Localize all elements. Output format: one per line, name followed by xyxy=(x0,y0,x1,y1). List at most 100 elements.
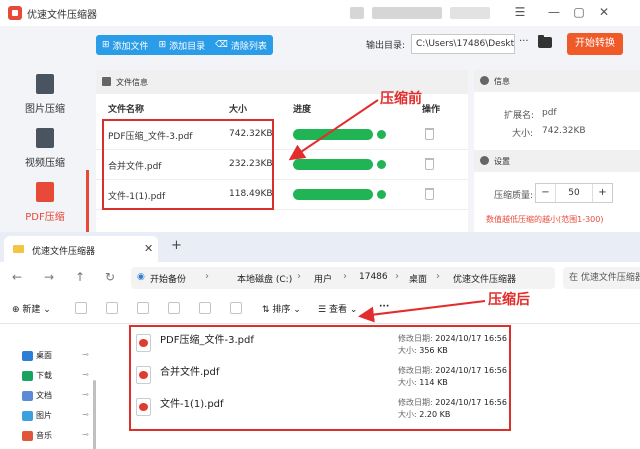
settings-title: 设置 xyxy=(494,157,510,166)
quality-label: 压缩质量: xyxy=(494,191,534,201)
nav-item-label: 图片 xyxy=(36,411,52,420)
maximize-icon[interactable]: ▢ xyxy=(571,4,587,20)
forward-icon[interactable]: → xyxy=(44,270,54,284)
file-info-icon xyxy=(102,77,111,86)
up-icon[interactable]: ↑ xyxy=(75,270,85,284)
app-toolbar: ⊞ 添加文件 ⊞ 添加目录 ⌫ 清除列表 输出目录: C:\Users\17486\D… xyxy=(0,26,640,64)
address-bar[interactable]: ◉ 开始备份 › 本地磁盘 (C:) › 用户 › 17486 › 桌面 › 优… xyxy=(131,267,555,289)
refresh-icon[interactable]: ↻ xyxy=(105,270,115,284)
after-annotation: 压缩后 xyxy=(488,292,530,308)
pin-icon: ⊸ xyxy=(82,410,89,419)
new-button[interactable]: ⊕ 新建 ⌄ xyxy=(12,302,51,315)
nav-item-label: 桌面 xyxy=(36,351,52,360)
nav-item-desktop[interactable]: 桌面 ⊸ xyxy=(22,348,92,364)
document-icon xyxy=(22,391,33,401)
compressor-app-window: 优速文件压缩器 ☰ — ▢ ✕ ⊞ 添加文件 ⊞ 添加目录 ⌫ 清除列表 输出目录: … xyxy=(0,0,640,232)
blurred-avatar xyxy=(350,7,364,19)
app-titlebar: 优速文件压缩器 ☰ — ▢ ✕ xyxy=(0,0,640,26)
rename-icon[interactable] xyxy=(168,302,180,314)
browse-more-button[interactable]: ··· xyxy=(519,36,529,47)
file-action-group: ⊞ 添加文件 ⊞ 添加目录 ⌫ 清除列表 xyxy=(96,35,273,55)
folder-icon xyxy=(13,245,24,253)
add-folder-icon: ⊞ xyxy=(158,40,167,50)
breadcrumb-separator: › xyxy=(297,271,301,282)
pin-icon: ⊸ xyxy=(82,390,89,399)
breadcrumb-users[interactable]: 用户 xyxy=(314,272,332,285)
add-folder-button[interactable]: ⊞ 添加目录 xyxy=(159,39,206,52)
output-dir-input[interactable]: C:\Users\17486\Deskto xyxy=(411,34,515,54)
music-icon xyxy=(22,431,33,441)
nav-item-downloads[interactable]: 下载 ⊸ xyxy=(22,368,92,384)
download-icon xyxy=(22,371,33,381)
quality-value[interactable]: 50 xyxy=(556,184,592,202)
ext-value: pdf xyxy=(542,108,557,118)
sidebar-item-image-compress[interactable]: 图片压缩 xyxy=(0,66,90,118)
breadcrumb-separator: › xyxy=(436,271,440,282)
done-check-icon xyxy=(377,160,386,169)
back-icon[interactable]: ← xyxy=(12,270,22,284)
breadcrumb-desktop[interactable]: 桌面 xyxy=(409,272,427,285)
menu-icon[interactable]: ☰ xyxy=(512,4,528,20)
explorer-tabbar: 优速文件压缩器 ✕ + xyxy=(0,232,640,262)
nav-item-documents[interactable]: 文档 ⊸ xyxy=(22,388,92,404)
nav-item-music[interactable]: 音乐 ⊸ xyxy=(22,428,92,444)
sidebar-active-indicator xyxy=(86,170,89,232)
pin-icon: ⊸ xyxy=(82,370,89,379)
breadcrumb-backup[interactable]: 开始备份 xyxy=(150,272,186,285)
pdf-icon xyxy=(36,182,54,202)
progress-bar xyxy=(293,129,373,140)
new-tab-icon[interactable]: + xyxy=(171,238,182,253)
blurred-info xyxy=(450,7,490,19)
minimize-icon[interactable]: — xyxy=(546,4,562,20)
nav-item-label: 文档 xyxy=(36,391,52,400)
quality-increase-button[interactable]: + xyxy=(592,184,612,202)
column-header-name: 文件名称 xyxy=(108,105,145,115)
add-file-button[interactable]: ⊞ 添加文件 xyxy=(102,39,149,52)
explorer-tab[interactable]: 优速文件压缩器 ✕ xyxy=(4,236,158,262)
delete-icon[interactable] xyxy=(425,188,434,200)
done-check-icon xyxy=(377,130,386,139)
copy-icon[interactable] xyxy=(106,302,118,314)
blurred-account xyxy=(372,7,442,19)
close-icon[interactable]: ✕ xyxy=(596,4,612,20)
nav-scrollbar[interactable] xyxy=(93,380,96,449)
quality-decrease-button[interactable]: − xyxy=(536,184,556,202)
settings-header: 设置 xyxy=(474,150,640,172)
sidebar-item-label: 视频压缩 xyxy=(25,158,65,169)
start-convert-button[interactable]: 开始转换 xyxy=(567,33,623,55)
sidebar-item-pdf-compress[interactable]: PDF压缩 xyxy=(0,174,90,226)
file-info-title: 文件信息 xyxy=(116,78,148,87)
right-side-panel: 信息 扩展名: pdf 大小: 742.32KB 设置 压缩质量: xyxy=(474,70,640,232)
search-input[interactable]: 在 优速文件压缩器 xyxy=(563,267,640,289)
view-button[interactable]: ☰ 查看 ⌄ xyxy=(318,302,357,315)
app-logo-icon xyxy=(8,6,22,20)
more-button[interactable]: ··· xyxy=(379,302,389,312)
breadcrumb-backup-icon: ◉ xyxy=(137,272,145,282)
clear-list-button[interactable]: ⌫ 清除列表 xyxy=(215,39,267,52)
app-title: 优速文件压缩器 xyxy=(27,10,97,21)
delete-icon[interactable] xyxy=(425,158,434,170)
open-folder-icon[interactable] xyxy=(538,35,552,48)
column-header-progress: 进度 xyxy=(293,105,312,115)
quality-stepper[interactable]: − 50 + xyxy=(535,183,613,203)
nav-item-pictures[interactable]: 图片 ⊸ xyxy=(22,408,92,424)
breadcrumb-user[interactable]: 17486 xyxy=(359,272,388,282)
breadcrumb-drive[interactable]: 本地磁盘 (C:) xyxy=(237,272,292,285)
video-icon xyxy=(36,128,54,148)
done-check-icon xyxy=(377,190,386,199)
sidebar-item-video-compress[interactable]: 视频压缩 xyxy=(0,120,90,172)
delete-icon[interactable] xyxy=(230,302,242,314)
close-tab-icon[interactable]: ✕ xyxy=(144,242,153,255)
breadcrumb-separator: › xyxy=(205,271,209,282)
breadcrumb-current[interactable]: 优速文件压缩器 xyxy=(453,272,516,285)
cut-icon[interactable] xyxy=(75,302,87,314)
delete-icon[interactable] xyxy=(425,128,434,140)
progress-bar xyxy=(293,159,373,170)
quality-hint: 数值越低压缩的越小(范围1-300) xyxy=(486,215,604,224)
paste-icon[interactable] xyxy=(137,302,149,314)
column-header-actions: 操作 xyxy=(422,105,441,115)
share-icon[interactable] xyxy=(199,302,211,314)
pin-icon: ⊸ xyxy=(82,430,89,439)
column-header-size: 大小 xyxy=(229,105,248,115)
sort-button[interactable]: ⇅ 排序 ⌄ xyxy=(262,302,301,315)
